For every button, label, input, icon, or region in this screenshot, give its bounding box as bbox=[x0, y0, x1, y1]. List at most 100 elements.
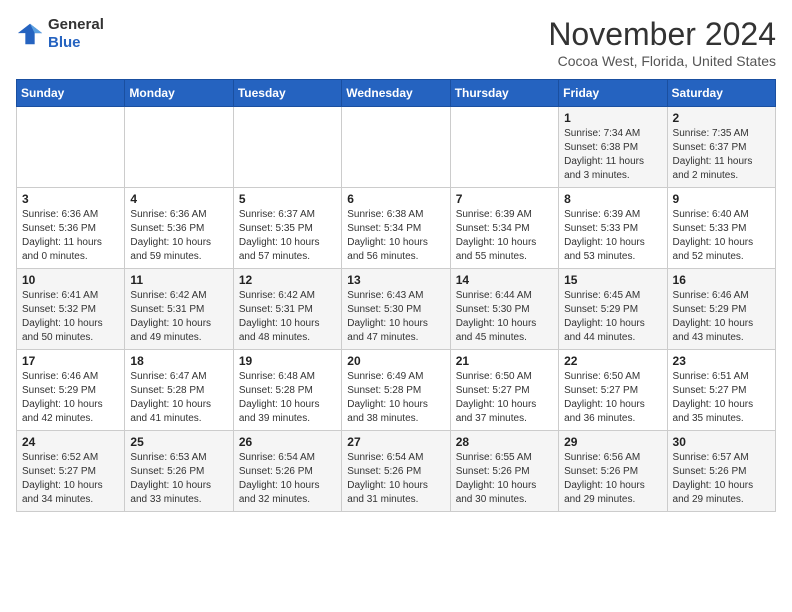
weekday-header: Sunday bbox=[17, 80, 125, 107]
calendar-cell: 29 Sunrise: 6:56 AM Sunset: 5:26 PM Dayli… bbox=[559, 431, 667, 512]
day-info: Sunrise: 6:39 AM Sunset: 5:33 PM Dayligh… bbox=[564, 208, 661, 264]
day-info: Sunrise: 6:43 AM Sunset: 5:30 PM Dayligh… bbox=[347, 289, 444, 345]
calendar-cell: 16 Sunrise: 6:46 AM Sunset: 5:29 PM Dayli… bbox=[667, 269, 775, 350]
day-info: Sunrise: 6:44 AM Sunset: 5:30 PM Dayligh… bbox=[456, 289, 553, 345]
day-number: 24 bbox=[22, 435, 119, 449]
calendar-cell: 28 Sunrise: 6:55 AM Sunset: 5:26 PM Dayli… bbox=[450, 431, 558, 512]
day-number: 29 bbox=[564, 435, 661, 449]
day-info: Sunrise: 6:46 AM Sunset: 5:29 PM Dayligh… bbox=[673, 289, 770, 345]
day-number: 11 bbox=[130, 273, 227, 287]
calendar-cell: 24 Sunrise: 6:52 AM Sunset: 5:27 PM Dayli… bbox=[17, 431, 125, 512]
calendar-week-row: 1 Sunrise: 7:34 AM Sunset: 6:38 PM Daylig… bbox=[17, 107, 776, 188]
calendar-cell: 10 Sunrise: 6:41 AM Sunset: 5:32 PM Dayli… bbox=[17, 269, 125, 350]
day-number: 13 bbox=[347, 273, 444, 287]
day-number: 6 bbox=[347, 192, 444, 206]
day-number: 25 bbox=[130, 435, 227, 449]
day-number: 20 bbox=[347, 354, 444, 368]
day-info: Sunrise: 6:56 AM Sunset: 5:26 PM Dayligh… bbox=[564, 451, 661, 507]
day-number: 7 bbox=[456, 192, 553, 206]
day-info: Sunrise: 6:52 AM Sunset: 5:27 PM Dayligh… bbox=[22, 451, 119, 507]
calendar-cell: 6 Sunrise: 6:38 AM Sunset: 5:34 PM Daylig… bbox=[342, 188, 450, 269]
calendar-cell: 5Sunrise: 6:37 AM Sunset: 5:35 PM Daylig… bbox=[233, 188, 341, 269]
calendar-week-row: 17Sunrise: 6:46 AM Sunset: 5:29 PM Dayli… bbox=[17, 350, 776, 431]
calendar-table: SundayMondayTuesdayWednesdayThursdayFrid… bbox=[16, 79, 776, 512]
calendar-cell: 11 Sunrise: 6:42 AM Sunset: 5:31 PM Dayli… bbox=[125, 269, 233, 350]
day-number: 16 bbox=[673, 273, 770, 287]
day-info: Sunrise: 6:39 AM Sunset: 5:34 PM Dayligh… bbox=[456, 208, 553, 264]
calendar-cell: 1 Sunrise: 7:34 AM Sunset: 6:38 PM Daylig… bbox=[559, 107, 667, 188]
day-number: 12 bbox=[239, 273, 336, 287]
day-number: 19 bbox=[239, 354, 336, 368]
logo-icon bbox=[16, 20, 44, 48]
calendar-cell bbox=[17, 107, 125, 188]
weekday-header: Tuesday bbox=[233, 80, 341, 107]
day-number: 27 bbox=[347, 435, 444, 449]
day-number: 18 bbox=[130, 354, 227, 368]
calendar-cell: 23 Sunrise: 6:51 AM Sunset: 5:27 PM Dayli… bbox=[667, 350, 775, 431]
logo: General Blue bbox=[16, 16, 104, 52]
day-info: Sunrise: 6:50 AM Sunset: 5:27 PM Dayligh… bbox=[456, 370, 553, 426]
day-info: Sunrise: 6:41 AM Sunset: 5:32 PM Dayligh… bbox=[22, 289, 119, 345]
calendar-cell bbox=[342, 107, 450, 188]
day-number: 1 bbox=[564, 111, 661, 125]
day-info: Sunrise: 6:46 AM Sunset: 5:29 PM Dayligh… bbox=[22, 370, 119, 426]
day-info: Sunrise: 6:49 AM Sunset: 5:28 PM Dayligh… bbox=[347, 370, 444, 426]
calendar-cell bbox=[125, 107, 233, 188]
calendar-cell bbox=[450, 107, 558, 188]
day-number: 28 bbox=[456, 435, 553, 449]
day-number: 15 bbox=[564, 273, 661, 287]
calendar-cell: 27 Sunrise: 6:54 AM Sunset: 5:26 PM Dayli… bbox=[342, 431, 450, 512]
day-number: 23 bbox=[673, 354, 770, 368]
calendar-cell: 7 Sunrise: 6:39 AM Sunset: 5:34 PM Daylig… bbox=[450, 188, 558, 269]
calendar-cell: 2Sunrise: 7:35 AM Sunset: 6:37 PM Daylig… bbox=[667, 107, 775, 188]
calendar-cell: 15Sunrise: 6:45 AM Sunset: 5:29 PM Dayli… bbox=[559, 269, 667, 350]
calendar-cell: 22 Sunrise: 6:50 AM Sunset: 5:27 PM Dayli… bbox=[559, 350, 667, 431]
day-number: 22 bbox=[564, 354, 661, 368]
calendar-cell: 4 Sunrise: 6:36 AM Sunset: 5:36 PM Daylig… bbox=[125, 188, 233, 269]
day-info: Sunrise: 6:42 AM Sunset: 5:31 PM Dayligh… bbox=[130, 289, 227, 345]
calendar-cell: 25 Sunrise: 6:53 AM Sunset: 5:26 PM Dayli… bbox=[125, 431, 233, 512]
day-info: Sunrise: 6:36 AM Sunset: 5:36 PM Dayligh… bbox=[130, 208, 227, 264]
weekday-header: Monday bbox=[125, 80, 233, 107]
calendar-cell: 12Sunrise: 6:42 AM Sunset: 5:31 PM Dayli… bbox=[233, 269, 341, 350]
day-number: 8 bbox=[564, 192, 661, 206]
page-header: General Blue November 2024 Cocoa West, F… bbox=[16, 16, 776, 69]
weekday-header: Saturday bbox=[667, 80, 775, 107]
calendar-week-row: 3 Sunrise: 6:36 AM Sunset: 5:36 PM Daylig… bbox=[17, 188, 776, 269]
day-info: Sunrise: 6:55 AM Sunset: 5:26 PM Dayligh… bbox=[456, 451, 553, 507]
day-info: Sunrise: 6:54 AM Sunset: 5:26 PM Dayligh… bbox=[347, 451, 444, 507]
day-info: Sunrise: 6:40 AM Sunset: 5:33 PM Dayligh… bbox=[673, 208, 770, 264]
calendar-cell: 3 Sunrise: 6:36 AM Sunset: 5:36 PM Daylig… bbox=[17, 188, 125, 269]
calendar-cell: 19 Sunrise: 6:48 AM Sunset: 5:28 PM Dayli… bbox=[233, 350, 341, 431]
calendar-cell: 17Sunrise: 6:46 AM Sunset: 5:29 PM Dayli… bbox=[17, 350, 125, 431]
month-title: November 2024 bbox=[548, 16, 776, 53]
day-info: Sunrise: 7:35 AM Sunset: 6:37 PM Dayligh… bbox=[673, 127, 770, 183]
day-number: 21 bbox=[456, 354, 553, 368]
location-subtitle: Cocoa West, Florida, United States bbox=[548, 53, 776, 69]
calendar-cell: 9Sunrise: 6:40 AM Sunset: 5:33 PM Daylig… bbox=[667, 188, 775, 269]
day-number: 30 bbox=[673, 435, 770, 449]
calendar-week-row: 10 Sunrise: 6:41 AM Sunset: 5:32 PM Dayli… bbox=[17, 269, 776, 350]
day-info: Sunrise: 7:34 AM Sunset: 6:38 PM Dayligh… bbox=[564, 127, 661, 183]
day-number: 26 bbox=[239, 435, 336, 449]
day-info: Sunrise: 6:47 AM Sunset: 5:28 PM Dayligh… bbox=[130, 370, 227, 426]
day-number: 3 bbox=[22, 192, 119, 206]
calendar-cell: 20 Sunrise: 6:49 AM Sunset: 5:28 PM Dayli… bbox=[342, 350, 450, 431]
day-info: Sunrise: 6:36 AM Sunset: 5:36 PM Dayligh… bbox=[22, 208, 119, 264]
calendar-cell: 18 Sunrise: 6:47 AM Sunset: 5:28 PM Dayli… bbox=[125, 350, 233, 431]
weekday-header: Thursday bbox=[450, 80, 558, 107]
calendar-header-row: SundayMondayTuesdayWednesdayThursdayFrid… bbox=[17, 80, 776, 107]
calendar-cell bbox=[233, 107, 341, 188]
day-info: Sunrise: 6:51 AM Sunset: 5:27 PM Dayligh… bbox=[673, 370, 770, 426]
day-info: Sunrise: 6:50 AM Sunset: 5:27 PM Dayligh… bbox=[564, 370, 661, 426]
day-number: 4 bbox=[130, 192, 227, 206]
day-info: Sunrise: 6:53 AM Sunset: 5:26 PM Dayligh… bbox=[130, 451, 227, 507]
day-number: 10 bbox=[22, 273, 119, 287]
calendar-cell: 8 Sunrise: 6:39 AM Sunset: 5:33 PM Daylig… bbox=[559, 188, 667, 269]
logo-text: General Blue bbox=[48, 16, 104, 52]
day-info: Sunrise: 6:38 AM Sunset: 5:34 PM Dayligh… bbox=[347, 208, 444, 264]
calendar-cell: 13 Sunrise: 6:43 AM Sunset: 5:30 PM Dayli… bbox=[342, 269, 450, 350]
calendar-cell: 14Sunrise: 6:44 AM Sunset: 5:30 PM Dayli… bbox=[450, 269, 558, 350]
calendar-cell: 30Sunrise: 6:57 AM Sunset: 5:26 PM Dayli… bbox=[667, 431, 775, 512]
day-info: Sunrise: 6:48 AM Sunset: 5:28 PM Dayligh… bbox=[239, 370, 336, 426]
